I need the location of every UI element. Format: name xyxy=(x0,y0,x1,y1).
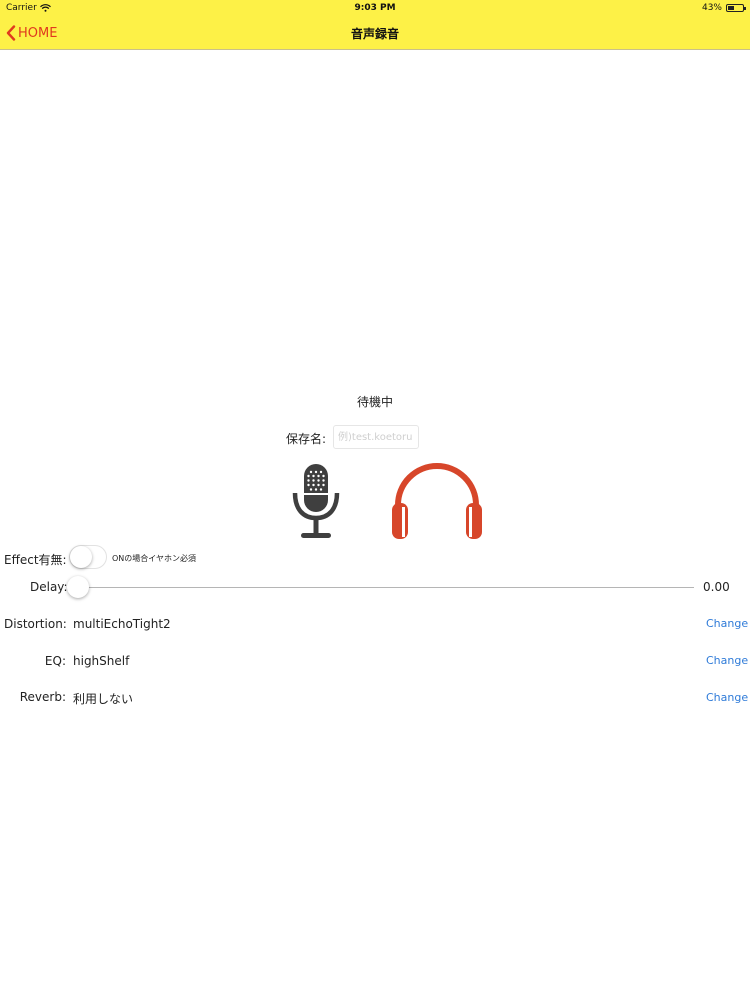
page-title: 音声録音 xyxy=(350,27,399,41)
effect-toggle-knob xyxy=(70,546,92,568)
save-name-input[interactable] xyxy=(333,425,419,449)
recording-status: 待機中 xyxy=(356,395,393,409)
effect-toggle[interactable] xyxy=(69,545,107,569)
delay-slider-track[interactable] xyxy=(78,587,694,588)
effect-note: ONの場合イヤホン必須 xyxy=(112,554,197,563)
reverb-value: 利用しない xyxy=(73,692,134,706)
eq-label: EQ: xyxy=(44,654,66,668)
status-time: 9:03 PM xyxy=(354,3,396,13)
battery-percent: 43% xyxy=(701,3,722,13)
reverb-label: Reverb: xyxy=(19,690,66,704)
navigation-header: Carrier 9:03 PM 43% HOME 音声録音 xyxy=(0,0,750,50)
distortion-change-button[interactable]: Change xyxy=(706,617,748,630)
eq-value: highShelf xyxy=(73,654,130,668)
status-battery: 43% xyxy=(701,3,746,13)
effect-label: Effect有無: xyxy=(4,553,67,567)
headphones-icon[interactable] xyxy=(390,463,484,539)
reverb-change-button[interactable]: Change xyxy=(706,691,748,704)
battery-icon xyxy=(726,4,746,12)
battery-fill xyxy=(728,6,734,10)
delay-value: 0.00 xyxy=(703,580,730,594)
distortion-label: Distortion: xyxy=(4,617,67,631)
delay-slider-knob[interactable] xyxy=(67,576,89,598)
microphone-icon[interactable] xyxy=(291,463,341,541)
save-name-label: 保存名: xyxy=(286,432,327,446)
distortion-value: multiEchoTight2 xyxy=(73,617,171,631)
delay-label: Delay: xyxy=(30,580,68,594)
eq-change-button[interactable]: Change xyxy=(706,654,748,667)
